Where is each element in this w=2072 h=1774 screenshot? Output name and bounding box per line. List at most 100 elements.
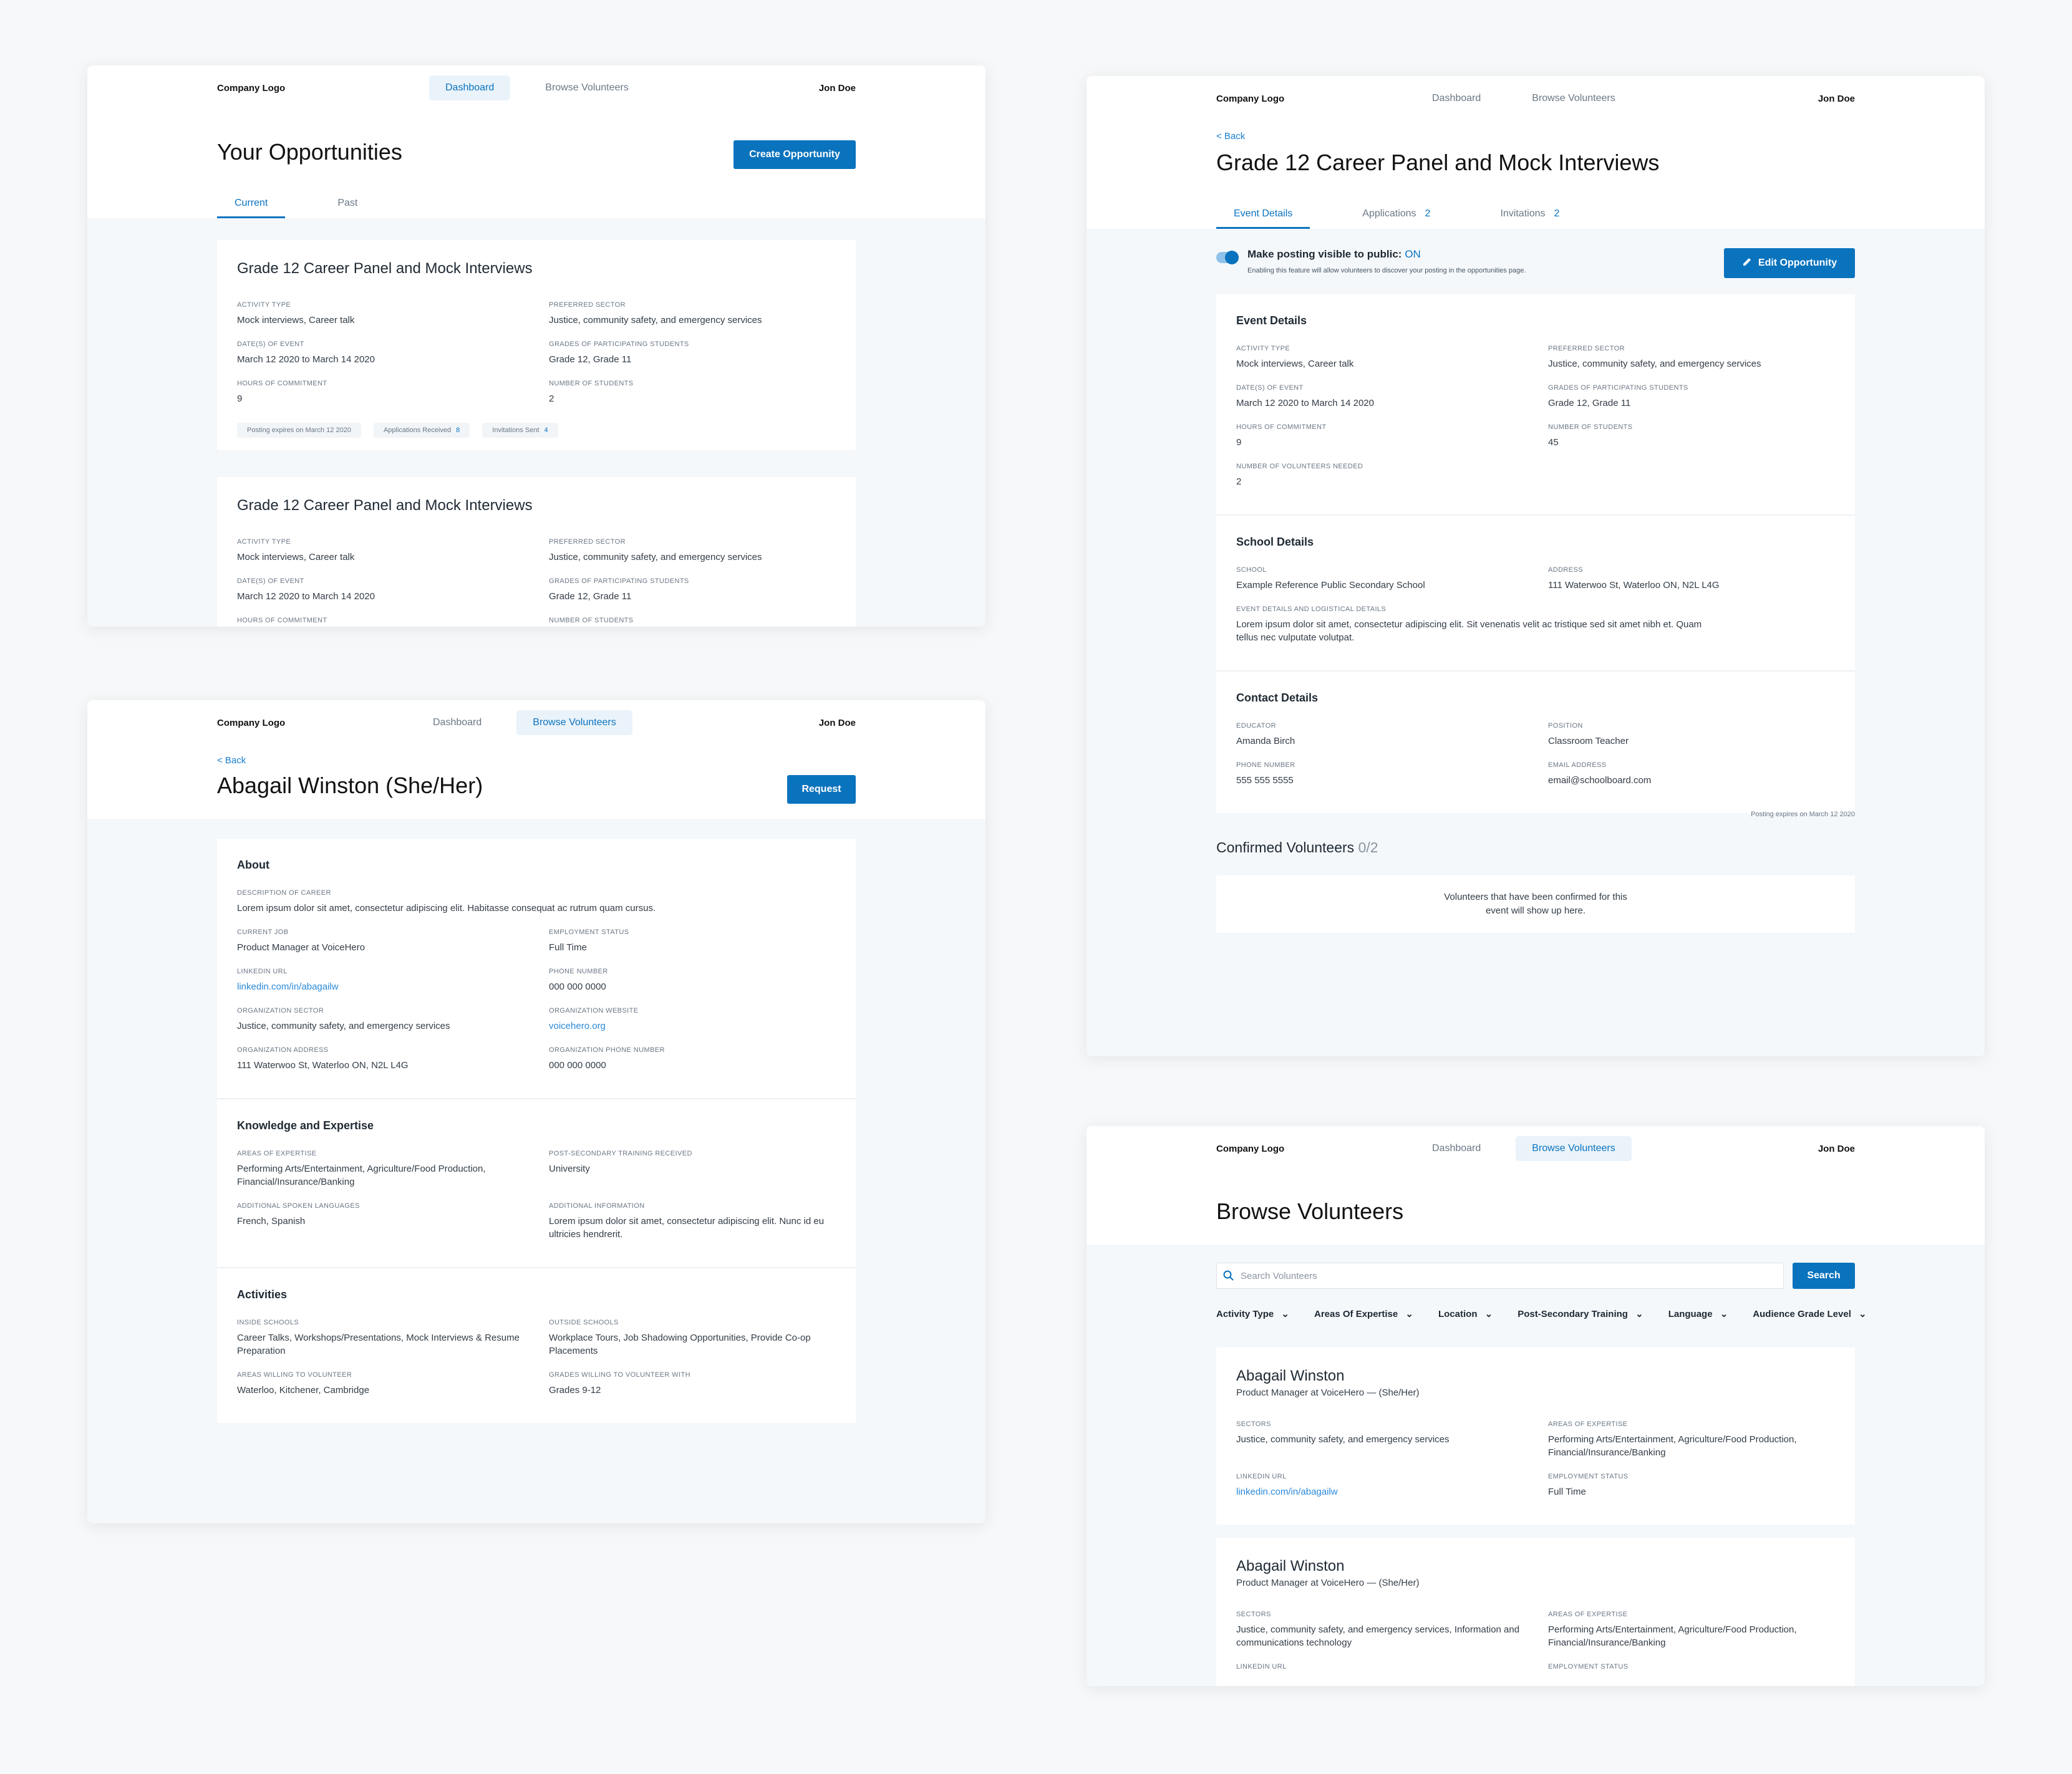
field-value: March 12 2020 to March 14 2020: [237, 354, 375, 365]
chevron-down-icon: ⌄: [1635, 1309, 1644, 1319]
linkedin-link[interactable]: linkedin.com/in/abagailw: [237, 980, 524, 993]
filter-language[interactable]: Language ⌄: [1668, 1308, 1728, 1319]
field-label: Phone Number: [549, 968, 608, 975]
field-value: 45: [1548, 437, 1559, 448]
field-label: Date(s) of Event: [1236, 384, 1304, 392]
nav-browse-volunteers[interactable]: Browse Volunteers: [1516, 86, 1631, 111]
page-title: Browse Volunteers: [1216, 1198, 1404, 1224]
field-value: Grade 12, Grade 11: [1548, 398, 1631, 408]
section-title: Event Details: [1236, 314, 1307, 327]
field-label: Sectors: [1236, 1420, 1271, 1428]
user-name[interactable]: Jon Doe: [1818, 1144, 1855, 1154]
field-label: Employment Status: [549, 928, 629, 936]
nav-links: Dashboard Browse Volunteers: [417, 710, 632, 735]
nav-browse-volunteers[interactable]: Browse Volunteers: [516, 710, 632, 735]
field-label: Organization Phone Number: [549, 1046, 665, 1054]
volunteer-card[interactable]: Abagail Winston Product Manager at Voice…: [1216, 1538, 1855, 1686]
company-logo[interactable]: Company Logo: [217, 718, 285, 728]
tab-event-details[interactable]: Event Details: [1216, 201, 1310, 229]
search-input[interactable]: Search Volunteers: [1216, 1263, 1784, 1289]
opportunity-card[interactable]: Grade 12 Career Panel and Mock Interview…: [217, 477, 856, 627]
opportunity-title[interactable]: Grade 12 Career Panel and Mock Interview…: [237, 260, 836, 277]
search-placeholder: Search Volunteers: [1241, 1271, 1317, 1281]
field-label: Number of Students: [549, 380, 634, 387]
field-label: Employment Status: [1548, 1663, 1629, 1670]
section-title: Activities: [237, 1288, 288, 1301]
tab-past[interactable]: Past: [320, 191, 375, 218]
field-value: French, Spanish: [237, 1216, 306, 1227]
nav-dashboard[interactable]: Dashboard: [1416, 86, 1497, 111]
field-label: Date(s) of Event: [237, 340, 304, 348]
nav-dashboard[interactable]: Dashboard: [429, 75, 511, 100]
filter-audience-grade-level[interactable]: Audience Grade Level ⌄: [1753, 1308, 1866, 1319]
field-value: Lorem ipsum dolor sit amet, consectetur …: [237, 903, 656, 914]
field-label: Hours of Commitment: [1236, 423, 1327, 431]
back-link[interactable]: < Back: [1216, 131, 1245, 142]
filter-bar: Activity Type ⌄ Areas Of Expertise ⌄ Loc…: [1216, 1308, 1867, 1319]
field-value: Example Reference Public Secondary Schoo…: [1236, 580, 1425, 591]
linkedin-link[interactable]: linkedin.com/in/abagailw: [1236, 1485, 1523, 1498]
opportunity-title[interactable]: Grade 12 Career Panel and Mock Interview…: [237, 497, 836, 514]
opportunity-card[interactable]: Grade 12 Career Panel and Mock Interview…: [217, 240, 856, 450]
field-label: Educator: [1236, 722, 1276, 730]
request-button[interactable]: Request: [787, 775, 856, 804]
edit-opportunity-button[interactable]: Edit Opportunity: [1724, 248, 1855, 278]
field-value: Product Manager at VoiceHero: [237, 942, 366, 953]
profile-card: About Description of Career Lorem ipsum d…: [217, 839, 856, 1423]
field-label: Grades of Participating Students: [549, 340, 689, 348]
field-label: School: [1236, 566, 1267, 574]
field-value: Justice, community safety, and emergency…: [1236, 1624, 1520, 1648]
field-value: University: [549, 1164, 590, 1174]
confirmed-count: 0/2: [1358, 839, 1378, 856]
chevron-down-icon: ⌄: [1720, 1309, 1728, 1319]
company-logo[interactable]: Company Logo: [1216, 1144, 1284, 1154]
tab-current[interactable]: Current: [217, 191, 286, 218]
visibility-note: Enabling this feature will allow volunte…: [1247, 267, 1526, 274]
field-value: Justice, community safety, and emergency…: [237, 1021, 450, 1031]
field-label: Phone Number: [1236, 761, 1295, 769]
filter-areas-of-expertise[interactable]: Areas Of Expertise ⌄: [1314, 1308, 1413, 1319]
filter-location[interactable]: Location ⌄: [1438, 1308, 1493, 1319]
search-button[interactable]: Search: [1793, 1263, 1855, 1289]
back-link[interactable]: < Back: [217, 755, 246, 766]
user-name[interactable]: Jon Doe: [1818, 94, 1855, 104]
field-label: Post-Secondary Training Received: [549, 1150, 692, 1157]
volunteer-card[interactable]: Abagail Winston Product Manager at Voice…: [1216, 1347, 1855, 1525]
volunteer-card-name[interactable]: Abagail Winston: [1236, 1558, 1835, 1575]
website-link[interactable]: voicehero.org: [549, 1020, 836, 1033]
section-title: Contact Details: [1236, 692, 1319, 704]
nav-dashboard[interactable]: Dashboard: [417, 710, 498, 735]
create-opportunity-button[interactable]: Create Opportunity: [733, 140, 856, 169]
user-name[interactable]: Jon Doe: [819, 83, 856, 94]
filter-activity-type[interactable]: Activity Type ⌄: [1216, 1308, 1289, 1319]
opportunities-panel: Company Logo Dashboard Browse Volunteers…: [87, 65, 985, 627]
tab-invitations[interactable]: Invitations 2: [1483, 201, 1577, 229]
company-logo[interactable]: Company Logo: [217, 83, 285, 94]
field-value: 000 000 0000: [549, 981, 606, 992]
field-label: LinkedIn URL: [237, 968, 288, 975]
field-label: Activity Type: [237, 301, 291, 309]
field-label: Activity Type: [237, 538, 291, 546]
field-label: Activity Type: [1236, 345, 1290, 352]
field-label: Number of Volunteers Needed: [1236, 463, 1363, 470]
field-label: Outside Schools: [549, 1319, 619, 1326]
field-value: Waterloo, Kitchener, Cambridge: [237, 1385, 370, 1396]
volunteer-card-subtitle: Product Manager at VoiceHero — (She/Her): [1236, 1578, 1420, 1588]
visibility-label: Make posting visible to public: ON: [1247, 248, 1421, 260]
volunteer-card-name[interactable]: Abagail Winston: [1236, 1367, 1835, 1385]
field-label: Preferred Sector: [1548, 345, 1625, 352]
opportunities-header: Company Logo Dashboard Browse Volunteers…: [87, 65, 985, 218]
visibility-toggle[interactable]: [1216, 251, 1239, 264]
tab-applications[interactable]: Applications 2: [1345, 201, 1448, 229]
field-value: March 12 2020 to March 14 2020: [1236, 398, 1374, 408]
nav-browse-volunteers[interactable]: Browse Volunteers: [529, 75, 644, 100]
field-value: Justice, community safety, and emergency…: [549, 315, 762, 325]
nav-dashboard[interactable]: Dashboard: [1416, 1136, 1497, 1161]
nav-links: Dashboard Browse Volunteers: [429, 75, 645, 100]
field-label: Additional Information: [549, 1202, 645, 1210]
field-label: LinkedIn URL: [1236, 1473, 1287, 1480]
user-name[interactable]: Jon Doe: [819, 718, 856, 728]
company-logo[interactable]: Company Logo: [1216, 94, 1284, 104]
nav-browse-volunteers[interactable]: Browse Volunteers: [1516, 1136, 1632, 1161]
filter-post-secondary-training[interactable]: Post-Secondary Training ⌄: [1518, 1308, 1643, 1319]
